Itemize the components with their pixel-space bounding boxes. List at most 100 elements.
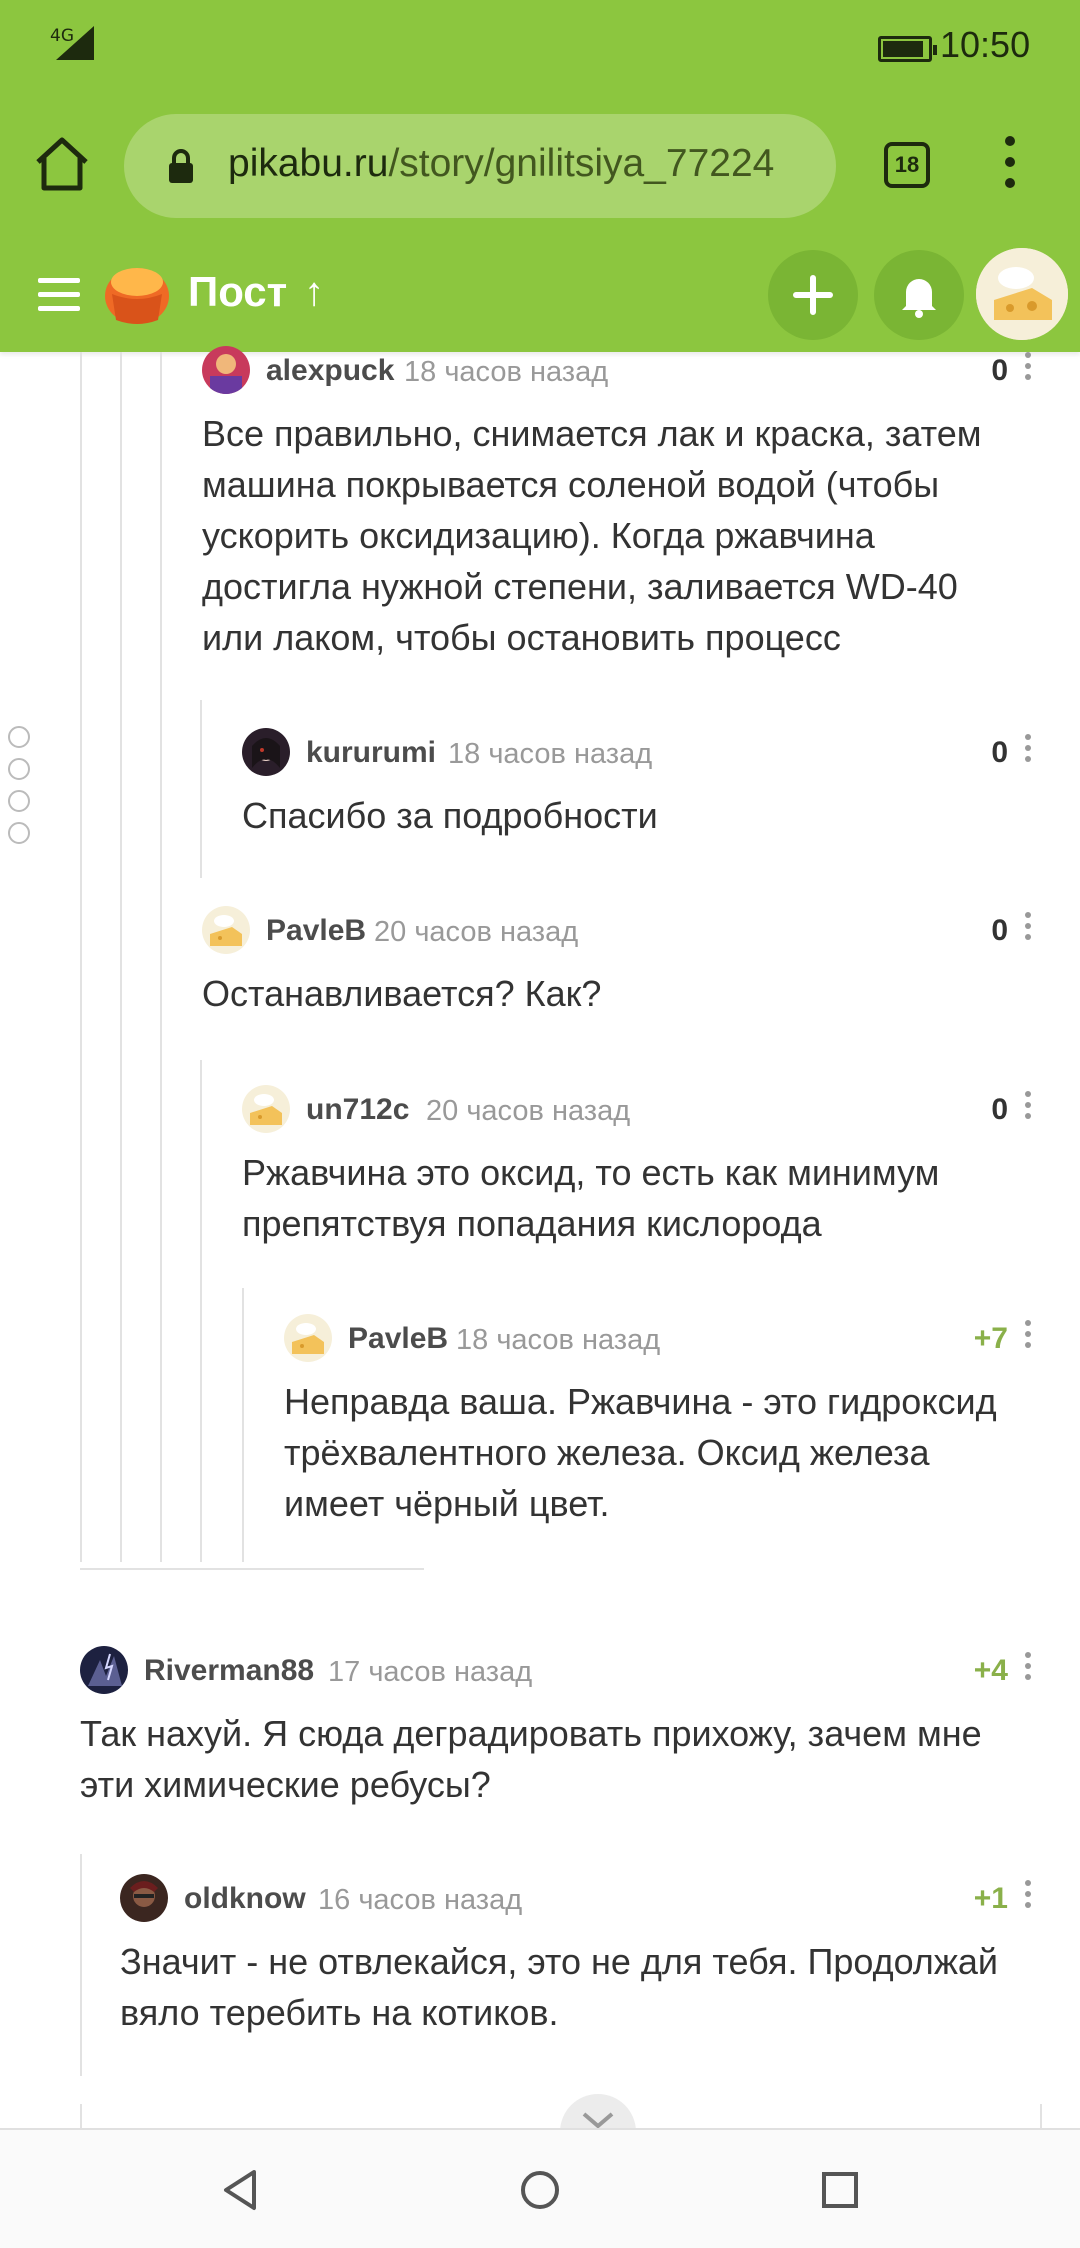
comment-time: 17 часов назад <box>328 1656 533 1688</box>
comment: Riverman88 17 часов назад +4 Так нахуй. … <box>80 1646 1042 1816</box>
more-options-icon[interactable] <box>1024 1091 1032 1127</box>
comment-rating: +4 <box>973 1654 1008 1687</box>
comment-text: Останавливается? Как? <box>202 968 601 1019</box>
battery-icon <box>878 36 937 62</box>
browser-toolbar: pikabu.ru/story/gnilitsiya_77224 18 <box>0 96 1080 236</box>
comment-time: 18 часов назад <box>404 356 609 388</box>
thread-line <box>200 700 202 878</box>
comment-text: Неправда ваша. Ржавчина - это гидроксид … <box>284 1376 997 1529</box>
comment-line: вяло теребить на котиков. <box>120 1992 559 2033</box>
comment-line: или лаком, чтобы остановить процесс <box>202 617 841 658</box>
thread-line <box>1040 2104 1042 2128</box>
comment-line: Спасибо за подробности <box>242 795 658 836</box>
thread-line <box>160 352 162 1562</box>
comment: oldknow 16 часов назад +1 Значит - не от… <box>120 1874 1042 2044</box>
avatar[interactable] <box>284 1314 332 1362</box>
comment-line: эти химические ребусы? <box>80 1764 491 1805</box>
comment-author[interactable]: PavleB <box>348 1322 448 1356</box>
comment-header: un712c 20 часов назад 0 <box>242 1085 1042 1133</box>
comment-rating: +1 <box>973 1882 1008 1915</box>
more-options-icon[interactable] <box>1024 1320 1032 1356</box>
bell-icon <box>902 279 936 318</box>
comment: PavleB 18 часов назад +7 Неправда ваша. … <box>284 1314 1042 1534</box>
comment-line: достигла нужной степени, заливается WD-4… <box>202 566 958 607</box>
comment-rating: +7 <box>973 1322 1008 1355</box>
comment-text: Так нахуй. Я сюда деградировать прихожу,… <box>80 1708 982 1810</box>
comment: kururumi 18 часов назад 0 Спасибо за под… <box>242 728 1042 848</box>
scroll-up-icon[interactable]: ↑ <box>304 270 324 315</box>
thread-line <box>200 1060 202 1562</box>
comment-author[interactable]: alexpuck <box>266 354 394 388</box>
more-options-icon[interactable] <box>1024 1880 1032 1916</box>
url-host: pikabu.ru <box>228 142 389 185</box>
comment-header: PavleB 18 часов назад +7 <box>284 1314 1042 1362</box>
comment-time: 16 часов назад <box>318 1884 523 1916</box>
comment-rating: 0 <box>991 354 1008 387</box>
clock: 10:50 <box>940 24 1031 65</box>
back-icon[interactable] <box>220 2168 260 2212</box>
comment-text: Все правильно, снимается лак и краска, з… <box>202 408 981 663</box>
home-icon[interactable] <box>30 132 94 196</box>
cheese-avatar-icon <box>976 248 1068 340</box>
add-post-button[interactable] <box>768 250 858 340</box>
comment-time: 18 часов назад <box>448 738 653 770</box>
more-options-icon[interactable] <box>1024 352 1032 388</box>
url-text: pikabu.ru/story/gnilitsiya_77224 <box>228 142 774 186</box>
avatar[interactable] <box>242 1085 290 1133</box>
comment: un712c 20 часов назад 0 Ржавчина это окс… <box>242 1085 1042 1255</box>
comment-time: 20 часов назад <box>374 916 579 948</box>
comment-line: Значит - не отвлекайся, это не для тебя.… <box>120 1941 999 1982</box>
comment-line: ускорить оксидизацию). Когда ржавчина <box>202 515 875 556</box>
notifications-button[interactable] <box>874 250 964 340</box>
comment-author[interactable]: oldknow <box>184 1882 306 1916</box>
thread-line <box>80 1854 82 2076</box>
recents-icon[interactable] <box>820 2170 860 2210</box>
comment-header: PavleB 20 часов назад 0 <box>202 906 1042 954</box>
avatar[interactable] <box>120 1874 168 1922</box>
comment-author[interactable]: kururumi <box>306 736 436 770</box>
avatar[interactable] <box>202 346 250 394</box>
thread-collapse-handles[interactable] <box>8 726 32 854</box>
page-title: Пост <box>188 268 288 315</box>
comment-line: Так нахуй. Я сюда деградировать прихожу,… <box>80 1713 982 1754</box>
lock-icon <box>169 149 193 183</box>
pikabu-logo-icon[interactable] <box>102 258 172 328</box>
comment-rating: 0 <box>991 1093 1008 1126</box>
status-bar: 4G 10:50 <box>0 0 1080 96</box>
comment-header: Riverman88 17 часов назад +4 <box>80 1646 1042 1694</box>
comment-line: Останавливается? Как? <box>202 973 602 1014</box>
thread-line <box>120 352 122 1562</box>
comment: PavleB 20 часов назад 0 Останавливается?… <box>202 906 1042 1026</box>
plus-icon <box>793 275 833 315</box>
avatar[interactable] <box>242 728 290 776</box>
more-options-icon[interactable] <box>1024 734 1032 770</box>
more-options-icon[interactable] <box>1024 912 1032 948</box>
comment-line: препятствуя попадания кислорода <box>242 1203 822 1244</box>
comment-line: трёхвалентного железа. Оксид железа <box>284 1432 930 1473</box>
comment-rating: 0 <box>991 914 1008 947</box>
comment-rating: 0 <box>991 736 1008 769</box>
system-nav-bar <box>0 2128 1080 2248</box>
thread-line <box>242 1288 244 1562</box>
comment-author[interactable]: PavleB <box>266 914 366 948</box>
thread-line <box>80 1568 424 1570</box>
comment-time: 20 часов назад <box>426 1095 631 1127</box>
comment-author[interactable]: Riverman88 <box>144 1654 314 1688</box>
avatar[interactable] <box>202 906 250 954</box>
more-options-icon[interactable] <box>1024 1652 1032 1688</box>
comment-header: oldknow 16 часов назад +1 <box>120 1874 1042 1922</box>
comment-line: Все правильно, снимается лак и краска, з… <box>202 413 982 454</box>
comment: alexpuck 18 часов назад 0 Все правильно,… <box>202 346 1042 666</box>
url-bar[interactable]: pikabu.ru/story/gnilitsiya_77224 <box>124 114 836 218</box>
thread-line <box>80 352 82 1562</box>
home-circle-icon[interactable] <box>518 2168 562 2212</box>
thread-line <box>80 2104 82 2128</box>
comment-text: Ржавчина это оксид, то есть как минимум … <box>242 1147 939 1249</box>
browser-menu-icon[interactable] <box>1000 136 1020 196</box>
tab-switcher-button[interactable]: 18 <box>884 142 930 188</box>
user-avatar[interactable] <box>976 248 1068 340</box>
hamburger-menu-icon[interactable] <box>38 278 80 312</box>
comment-author[interactable]: un712c <box>306 1093 409 1127</box>
avatar[interactable] <box>80 1646 128 1694</box>
comment-header: kururumi 18 часов назад 0 <box>242 728 1042 776</box>
